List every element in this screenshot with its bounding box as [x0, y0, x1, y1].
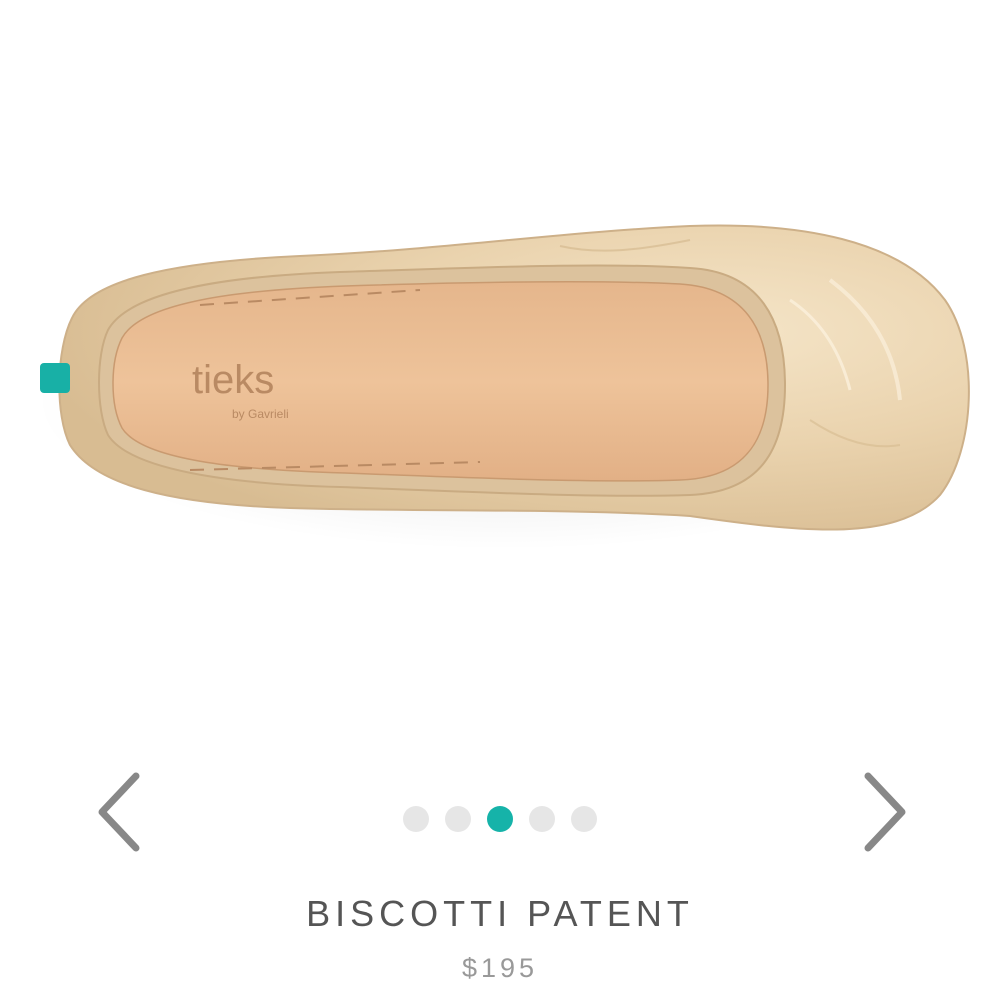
heel-tab — [40, 363, 70, 393]
insole-sublogo: by Gavrieli — [232, 407, 289, 421]
chevron-right-icon — [864, 772, 906, 852]
next-slide-button[interactable] — [852, 770, 912, 854]
carousel-dot-1[interactable] — [403, 806, 429, 832]
product-price: $195 — [461, 953, 539, 983]
product-image: tieks by Gavrieli — [35, 224, 975, 550]
carousel-dot-5[interactable] — [571, 806, 597, 832]
carousel-dot-2[interactable] — [445, 806, 471, 832]
carousel-pagination — [0, 805, 1000, 833]
carousel-dot-4[interactable] — [529, 806, 555, 832]
carousel-dot-3[interactable] — [487, 806, 513, 832]
insole-logo: tieks — [192, 358, 274, 402]
product-name: BISCOTTI PATENT — [306, 893, 694, 934]
